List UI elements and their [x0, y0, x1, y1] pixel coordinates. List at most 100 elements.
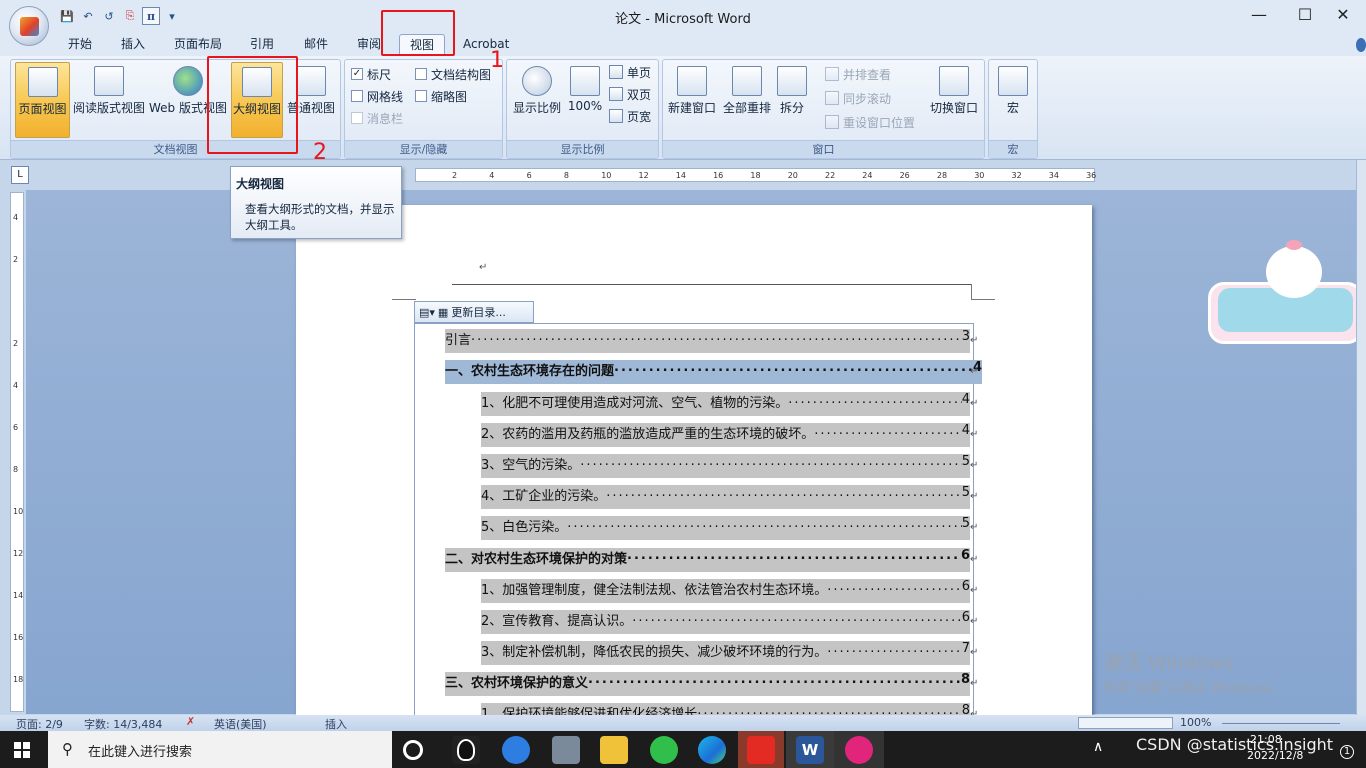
toc-leader-dots: ........................................…	[588, 672, 961, 687]
side-by-side-label: 并排查看	[843, 67, 892, 82]
word-count[interactable]: 字数: 14/3,484	[84, 716, 162, 732]
update-toc-button[interactable]: 更新目录...	[451, 304, 506, 320]
sync-scroll-button[interactable]: 同步滚动	[825, 88, 891, 108]
zoom-slider[interactable]	[1222, 723, 1340, 724]
new-window-button[interactable]: 新建窗口	[665, 62, 719, 138]
acrobat-icon	[747, 736, 775, 764]
horizontal-ruler[interactable]: 2 4 6 8 10 12 14 16 18 20 22 24 26 28 30 32 34 36	[415, 168, 1097, 182]
toc-entry[interactable]: 一、农村生态环境存在的问题...........................…	[445, 360, 982, 384]
thumbnails-checkbox[interactable]: 缩略图	[415, 86, 467, 106]
toc-entry[interactable]: 5、白色污染。.................................…	[481, 516, 970, 540]
tray-chevron-icon[interactable]: ∧	[1093, 739, 1103, 755]
paragraph-mark: ↵	[479, 262, 488, 273]
notification-badge[interactable]: 1	[1340, 745, 1354, 759]
language[interactable]: 英语(美国)	[214, 716, 267, 732]
split-button[interactable]: 拆分	[775, 62, 809, 138]
ruler-tick-label: 22	[825, 171, 836, 180]
ruler-tick-label: 28	[936, 171, 948, 180]
insert-mode[interactable]: 插入	[325, 716, 347, 732]
page-count[interactable]: 页面: 2/9	[16, 716, 63, 732]
toc-entry[interactable]: 1、保护环境能够促进和优化经济增长.......................…	[481, 703, 970, 715]
taskbar-search-box[interactable]: ⚲ 在此键入进行搜索	[48, 731, 392, 768]
reading-layout-button[interactable]: 阅读版式视图	[71, 62, 147, 138]
globe-icon	[173, 66, 203, 96]
customize-qat-chevron-icon[interactable]: ▾	[163, 7, 181, 25]
tab-stop-selector[interactable]: L	[11, 166, 29, 184]
toc-menu-icon[interactable]: ▤▾	[419, 306, 435, 319]
save-icon[interactable]: 💾	[58, 7, 76, 25]
toc-entry-page: 3	[961, 329, 970, 344]
toc-entry[interactable]: 4、工矿企业的污染。..............................…	[481, 485, 970, 509]
tab-insert[interactable]: 插入	[115, 34, 151, 56]
zoom-button[interactable]: 显示比例	[509, 62, 565, 138]
edge-icon[interactable]	[698, 736, 726, 764]
toc-entry-text: 一、农村生态环境存在的问题	[445, 364, 615, 379]
page-width-icon	[609, 109, 623, 123]
word-icon: W	[796, 736, 824, 764]
tab-home[interactable]: 开始	[62, 34, 98, 56]
windows-start-icon[interactable]	[14, 742, 30, 758]
margin-marker	[392, 299, 416, 300]
toc-leader-dots: ........................................…	[580, 454, 961, 469]
print-layout-button[interactable]: 页面视图	[15, 62, 70, 138]
toc-entry[interactable]: 引言......................................…	[445, 329, 970, 353]
tab-references[interactable]: 引用	[244, 34, 280, 56]
macros-label: 宏	[1006, 101, 1019, 115]
sticker-widget[interactable]	[1208, 240, 1363, 344]
redo-icon[interactable]: ↺	[100, 7, 118, 25]
view-buttons[interactable]	[1078, 717, 1173, 729]
zoom-level[interactable]: 100%	[1180, 716, 1211, 729]
draft-view-icon	[296, 66, 326, 96]
ruler-checkbox[interactable]: ✓ 标尺	[351, 64, 391, 84]
app-task-highlight[interactable]	[834, 731, 884, 768]
toc-entry[interactable]: 1、化肥不可理使用造成对河流、空气、植物的污染。................…	[481, 392, 970, 416]
ruler-tick-label: 12	[638, 171, 649, 180]
toc-entry[interactable]: 3、空气的污染。................................…	[481, 454, 970, 478]
switch-windows-button[interactable]: 切换窗口	[927, 62, 981, 138]
arrange-all-button[interactable]: 全部重排	[720, 62, 774, 138]
gridlines-checkbox[interactable]: 网格线	[351, 86, 403, 106]
tab-page-layout[interactable]: 页面布局	[168, 34, 228, 56]
calculator-icon[interactable]	[552, 736, 580, 764]
vruler-tick-label: 18	[13, 675, 24, 684]
spelling-icon[interactable]: ✗	[186, 715, 195, 728]
word-task-highlight[interactable]: W	[786, 731, 834, 768]
page-width-button[interactable]: 页宽	[609, 106, 651, 126]
document-map-checkbox[interactable]: 文档结构图	[415, 64, 491, 84]
file-explorer-icon[interactable]	[600, 736, 628, 764]
side-by-side-button[interactable]: 并排查看	[825, 64, 891, 84]
zoom-100-button[interactable]: 100%	[565, 62, 605, 138]
reset-window-position-button[interactable]: 重设窗口位置	[825, 112, 915, 132]
toc-entry[interactable]: 3、制定补偿机制，降低农民的损失、减少破坏环境的行为。.............…	[481, 641, 970, 665]
tab-acrobat[interactable]: Acrobat	[457, 34, 515, 56]
wechat-icon[interactable]	[650, 736, 678, 764]
toc-entry[interactable]: 2、宣传教育、提高认识。............................…	[481, 610, 970, 634]
equation-pi-button[interactable]: π	[142, 7, 160, 25]
acrobat-task-highlight[interactable]	[738, 731, 784, 768]
qq-icon[interactable]	[452, 736, 480, 764]
undo-icon[interactable]: ↶	[79, 7, 97, 25]
toc-leader-dots: ........................................…	[627, 548, 961, 563]
vertical-ruler[interactable]: 4 2 2 4 6 8 10 12 14 16 18	[10, 192, 24, 712]
toc-entry[interactable]: 1、加强管理制度，健全法制法规、依法管治农村生态环境。.............…	[481, 579, 970, 603]
macros-button[interactable]: 宏	[993, 62, 1033, 138]
help-icon[interactable]	[1356, 38, 1366, 52]
pdf-icon[interactable]: ⎘	[121, 7, 139, 25]
minimize-button[interactable]: —	[1236, 0, 1282, 30]
toc-entry-page: 5	[961, 516, 970, 531]
toc-entry[interactable]: 三、农村环境保护的意义.............................…	[445, 672, 970, 696]
two-pages-button[interactable]: 双页	[609, 84, 651, 104]
task-view-icon[interactable]	[403, 740, 423, 760]
toc-entry-text: 三、农村环境保护的意义	[445, 676, 589, 691]
magnifier-icon	[522, 66, 552, 96]
toc-entry[interactable]: 2、农药的滥用及药瓶的滥放造成严重的生态环境的破坏。..............…	[481, 423, 970, 447]
office-button[interactable]	[9, 6, 49, 46]
ruler-tick-label: 36	[1086, 171, 1097, 180]
tab-mailings[interactable]: 邮件	[298, 34, 334, 56]
baidu-netdisk-icon[interactable]	[502, 736, 530, 764]
one-page-button[interactable]: 单页	[609, 62, 651, 82]
close-button[interactable]: ✕	[1320, 0, 1366, 30]
toc-entry[interactable]: 二、对农村生态环境保护的对策..........................…	[445, 548, 970, 572]
vertical-scrollbar[interactable]	[1356, 160, 1366, 715]
vruler-tick-label: 8	[13, 465, 19, 474]
